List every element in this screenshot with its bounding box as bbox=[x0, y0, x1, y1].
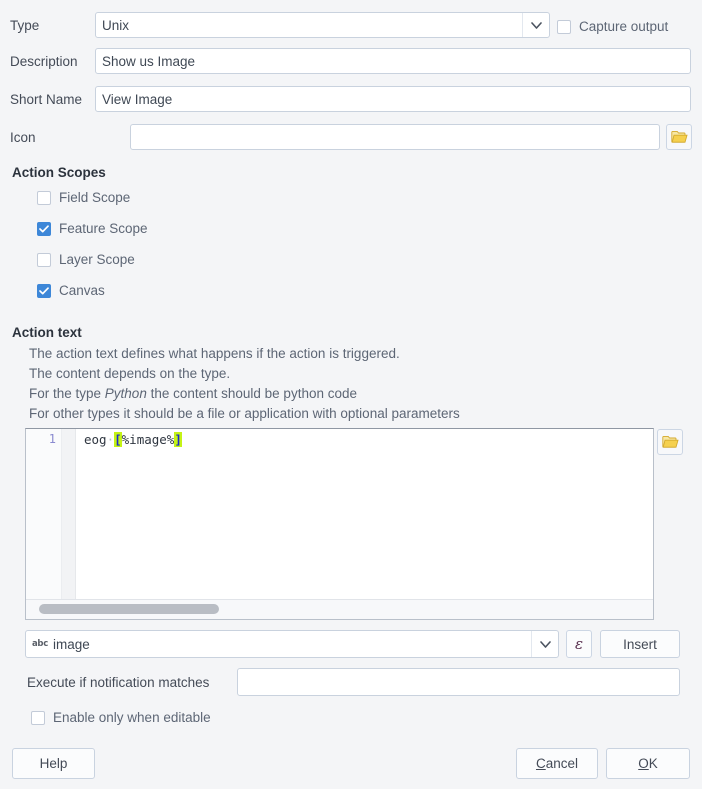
scope-feature-scope-label: Feature Scope bbox=[59, 221, 148, 236]
editor-body[interactable]: 1 eog·[%image%] bbox=[26, 429, 653, 601]
enable-only-when-editable-label: Enable only when editable bbox=[53, 710, 211, 725]
action-text-help-line-2: The content depends on the type. bbox=[29, 366, 231, 381]
field-picker-combobox[interactable]: abc image bbox=[25, 630, 559, 658]
code-token-command: eog bbox=[84, 432, 107, 447]
icon-browse-button[interactable] bbox=[666, 124, 692, 150]
description-input[interactable]: Show us Image bbox=[95, 48, 691, 74]
help-python-italic: Python bbox=[104, 386, 147, 401]
editor-horizontal-scrollbar-thumb[interactable] bbox=[39, 604, 219, 614]
help-python-prefix: For the type bbox=[29, 386, 105, 401]
action-text-title: Action text bbox=[12, 325, 82, 340]
ok-mnemonic: O bbox=[638, 756, 649, 771]
scope-layer-scope-box[interactable] bbox=[37, 252, 51, 267]
code-open-bracket: [ bbox=[114, 432, 122, 447]
notification-row: Execute if notification matches bbox=[27, 668, 680, 696]
description-input-value: Show us Image bbox=[102, 53, 196, 69]
insert-button-label: Insert bbox=[623, 636, 657, 652]
check-icon bbox=[39, 224, 49, 232]
icon-row: Icon bbox=[10, 124, 665, 150]
description-label: Description bbox=[10, 53, 78, 69]
chevron-down-icon[interactable] bbox=[522, 13, 549, 37]
editor-horizontal-scrollbar[interactable] bbox=[26, 599, 653, 619]
action-text-editor[interactable]: 1 eog·[%image%] bbox=[25, 428, 654, 620]
cancel-button[interactable]: Cancel bbox=[516, 748, 598, 779]
type-combobox[interactable]: Unix bbox=[95, 12, 550, 38]
expression-builder-button[interactable]: ε bbox=[566, 630, 592, 658]
notification-input[interactable] bbox=[236, 668, 680, 696]
code-space-marker: · bbox=[106, 432, 115, 447]
action-text-browse-button[interactable] bbox=[657, 429, 683, 455]
scope-canvas[interactable]: Canvas bbox=[37, 283, 105, 298]
editor-code-area[interactable]: eog·[%image%] bbox=[76, 429, 653, 601]
scope-layer-scope[interactable]: Layer Scope bbox=[37, 252, 135, 267]
folder-icon bbox=[670, 130, 688, 143]
short-name-input-value: View Image bbox=[102, 91, 173, 107]
epsilon-icon: ε bbox=[574, 635, 584, 653]
capture-output-checkbox[interactable]: Capture output bbox=[557, 19, 668, 34]
capture-output-checkbox-box[interactable] bbox=[557, 19, 571, 34]
scope-feature-scope-box[interactable] bbox=[37, 221, 51, 236]
scope-field-scope-box[interactable] bbox=[37, 190, 51, 205]
field-picker-value: image bbox=[52, 636, 90, 652]
help-button-label: Help bbox=[39, 756, 68, 771]
editor-line-number-gutter: 1 bbox=[26, 429, 62, 601]
folder-icon bbox=[661, 435, 679, 448]
cancel-rest: ancel bbox=[545, 756, 579, 771]
code-close-bracket: ] bbox=[174, 432, 182, 447]
action-text-help-line-3: For the type Python the content should b… bbox=[29, 386, 357, 401]
ok-button-label: OK bbox=[638, 756, 658, 771]
help-button[interactable]: Help bbox=[12, 748, 95, 779]
scope-feature-scope[interactable]: Feature Scope bbox=[37, 221, 148, 236]
scope-field-scope[interactable]: Field Scope bbox=[37, 190, 130, 205]
check-icon bbox=[39, 286, 49, 294]
action-scopes-title: Action Scopes bbox=[12, 165, 106, 180]
abc-text-field-icon: abc bbox=[32, 639, 48, 649]
editor-line-number: 1 bbox=[48, 432, 56, 446]
icon-label: Icon bbox=[10, 129, 36, 145]
action-text-help-line-4: For other types it should be a file or a… bbox=[29, 406, 460, 421]
icon-input[interactable] bbox=[130, 124, 660, 150]
type-label: Type bbox=[10, 17, 40, 33]
scope-canvas-box[interactable] bbox=[37, 283, 51, 298]
description-row: Description Show us Image bbox=[10, 48, 692, 74]
short-name-label: Short Name bbox=[10, 91, 83, 107]
action-text-help-line-1: The action text defines what happens if … bbox=[29, 346, 400, 361]
cancel-button-label: Cancel bbox=[536, 756, 578, 771]
enable-only-when-editable-checkbox[interactable]: Enable only when editable bbox=[31, 710, 211, 725]
help-python-suffix: the content should be python code bbox=[146, 386, 357, 401]
short-name-input[interactable]: View Image bbox=[95, 86, 691, 112]
notification-label: Execute if notification matches bbox=[27, 674, 210, 690]
scope-canvas-label: Canvas bbox=[59, 283, 105, 298]
type-combobox-value: Unix bbox=[102, 17, 130, 33]
insert-button[interactable]: Insert bbox=[600, 630, 680, 658]
cancel-mnemonic: C bbox=[535, 756, 546, 771]
enable-only-when-editable-box[interactable] bbox=[31, 710, 45, 725]
capture-output-label: Capture output bbox=[579, 19, 669, 34]
editor-fold-margin[interactable] bbox=[62, 429, 76, 601]
ok-rest: K bbox=[648, 756, 658, 771]
code-variable: %image% bbox=[121, 432, 175, 447]
ok-button[interactable]: OK bbox=[606, 748, 690, 779]
scope-layer-scope-label: Layer Scope bbox=[59, 252, 135, 267]
scope-field-scope-label: Field Scope bbox=[59, 190, 131, 205]
short-name-row: Short Name View Image bbox=[10, 86, 692, 112]
type-row: Type Unix bbox=[10, 12, 555, 38]
chevron-down-icon[interactable] bbox=[531, 631, 558, 657]
